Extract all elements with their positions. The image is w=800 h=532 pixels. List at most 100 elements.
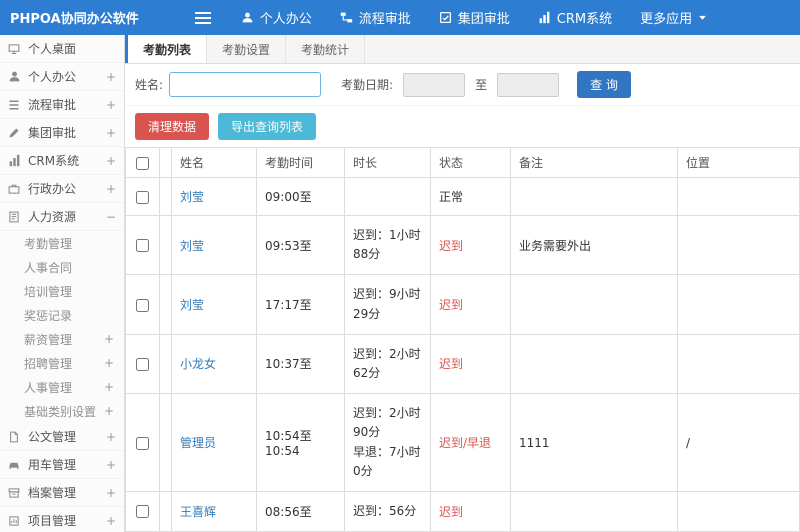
employee-name-link[interactable]: 刘莹 xyxy=(180,298,204,312)
menu-toggle-icon[interactable] xyxy=(194,11,211,25)
sidebar-subitem-attendance-management[interactable]: 考勤管理 xyxy=(0,231,124,255)
sidebar-subitem-recruitment-management[interactable]: 招聘管理 + xyxy=(0,351,124,375)
sidebar-item-archive-management[interactable]: 档案管理 + xyxy=(0,479,124,507)
expand-plus-icon: + xyxy=(105,457,116,472)
top-navbar: PHPOA协同办公软件 个人办公 流程审批 集团审批 CRM系统 更多应用 xyxy=(0,0,800,35)
duration-cell xyxy=(344,177,431,216)
attendance-time-cell: 08:56至 xyxy=(256,490,345,532)
user-icon xyxy=(8,70,23,83)
nav-item-crm-system[interactable]: CRM系统 xyxy=(524,0,626,35)
note-cell xyxy=(510,333,678,395)
clear-data-button[interactable]: 清理数据 xyxy=(135,113,210,140)
sidebar-subitem-training-management[interactable]: 培训管理 xyxy=(0,279,124,303)
row-checkbox[interactable] xyxy=(136,436,149,450)
project-icon xyxy=(8,515,23,527)
note-cell: 1111 xyxy=(510,393,678,492)
sidebar-subitem-label: 奖惩记录 xyxy=(24,308,73,323)
column-header: 备注 xyxy=(510,147,678,178)
expand-plus-icon: + xyxy=(103,404,114,418)
attendance-time-cell: 17:17至 xyxy=(256,274,345,335)
employee-name-link[interactable]: 小龙女 xyxy=(180,357,216,371)
note-cell xyxy=(510,177,678,216)
date-to-input[interactable] xyxy=(497,72,560,97)
tab-attendance-stats[interactable]: 考勤统计 xyxy=(286,35,366,63)
chart-icon xyxy=(8,154,23,167)
column-header: 考勤时间 xyxy=(256,147,345,178)
sidebar-item-admin-office[interactable]: 行政办公 + xyxy=(0,175,124,203)
export-list-button[interactable]: 导出查询列表 xyxy=(218,113,317,140)
sidebar-item-personal-office[interactable]: 个人办公 + xyxy=(0,63,124,91)
sidebar-item-workflow-approval[interactable]: 流程审批 + xyxy=(0,91,124,119)
spacer-header xyxy=(159,147,172,178)
main-content: 考勤列表 考勤设置 考勤统计 姓名: 考勤日期: 至 查 询 清理数据 导出查询列表… xyxy=(125,35,800,532)
nav-item-workflow-approval[interactable]: 流程审批 xyxy=(326,0,425,35)
expand-plus-icon: + xyxy=(103,332,114,346)
row-checkbox[interactable] xyxy=(136,505,149,519)
table-row: 刘莹 09:00至 正常 xyxy=(125,177,800,216)
car-icon xyxy=(8,459,23,471)
employee-name-link[interactable]: 刘莹 xyxy=(180,190,204,204)
sidebar-subitem-label: 考勤管理 xyxy=(24,236,73,251)
note-cell xyxy=(510,274,678,335)
approval-icon xyxy=(439,11,452,24)
nav-item-personal-office[interactable]: 个人办公 xyxy=(227,0,326,35)
table-row: 王喜辉 08:56至 迟到：56分 迟到 xyxy=(125,490,800,532)
nav-item-label: 更多应用 xyxy=(640,12,693,27)
sidebar-item-project-management[interactable]: 项目管理 + xyxy=(0,507,124,532)
sidebar-item-crm-system[interactable]: CRM系统 + xyxy=(0,147,124,175)
sidebar-item-human-resources[interactable]: 人力资源 − xyxy=(0,203,124,231)
table-header-row: 姓名 考勤时间 时长 状态 备注 位置 xyxy=(125,147,800,178)
status-cell: 迟到 xyxy=(430,214,511,276)
name-label: 姓名: xyxy=(135,78,164,92)
sidebar-item-vehicle-management[interactable]: 用车管理 + xyxy=(0,451,124,479)
desktop-icon xyxy=(8,43,23,55)
sidebar-subitem-rewards-records[interactable]: 奖惩记录 xyxy=(0,303,124,327)
attendance-table-container: 姓名 考勤时间 时长 状态 备注 位置 刘莹 09:00至 正常 刘莹 09:53至 迟到：1小时8… xyxy=(125,147,800,532)
tab-attendance-settings[interactable]: 考勤设置 xyxy=(207,35,287,63)
sidebar-subitem-personnel-contract[interactable]: 人事合同 xyxy=(0,255,124,279)
sidebar-item-label: 项目管理 xyxy=(28,514,77,528)
sidebar-subitem-label: 招聘管理 xyxy=(24,356,73,371)
row-checkbox[interactable] xyxy=(136,357,149,371)
tab-bar: 考勤列表 考勤设置 考勤统计 xyxy=(125,35,800,64)
select-all-header xyxy=(125,147,160,178)
nav-item-group-approval[interactable]: 集团审批 xyxy=(425,0,524,35)
duration-cell: 迟到：1小时88分 xyxy=(344,214,431,276)
tab-attendance-list[interactable]: 考勤列表 xyxy=(128,35,208,63)
nav-item-more-apps[interactable]: 更多应用 xyxy=(626,0,721,35)
expand-plus-icon: + xyxy=(103,380,114,394)
sidebar-subitem-base-category-settings[interactable]: 基础类别设置 + xyxy=(0,399,124,423)
spacer-cell xyxy=(159,274,172,335)
row-checkbox[interactable] xyxy=(136,239,149,253)
sidebar-subitem-label: 人事合同 xyxy=(24,260,73,275)
sidebar-item-document-management[interactable]: 公文管理 + xyxy=(0,423,124,451)
sidebar-item-personal-desktop[interactable]: 个人桌面 xyxy=(0,35,124,63)
employee-name-link[interactable]: 管理员 xyxy=(180,436,216,450)
select-all-checkbox[interactable] xyxy=(136,156,149,170)
name-input[interactable] xyxy=(169,72,322,97)
filter-bar: 姓名: 考勤日期: 至 查 询 xyxy=(125,64,800,106)
app-logo[interactable]: PHPOA协同办公软件 xyxy=(0,8,149,27)
sidebar-subitem-salary-management[interactable]: 薪资管理 + xyxy=(0,327,124,351)
sidebar-subitem-label: 薪资管理 xyxy=(24,332,73,347)
row-checkbox[interactable] xyxy=(136,298,149,312)
sidebar-item-group-approval[interactable]: 集团审批 + xyxy=(0,119,124,147)
table-row: 刘莹 09:53至 迟到：1小时88分 迟到 业务需要外出 xyxy=(125,214,800,276)
spacer-cell xyxy=(159,177,172,216)
column-header: 时长 xyxy=(344,147,431,178)
location-cell: / xyxy=(677,393,800,492)
status-cell: 正常 xyxy=(430,177,511,216)
attendance-time-cell: 10:54至10:54 xyxy=(256,393,345,492)
location-cell xyxy=(677,214,800,276)
sidebar-item-label: 档案管理 xyxy=(28,486,77,500)
hr-icon xyxy=(8,211,23,223)
date-from-input[interactable] xyxy=(403,72,466,97)
search-button[interactable]: 查 询 xyxy=(577,71,631,98)
row-checkbox[interactable] xyxy=(136,190,149,204)
duration-cell: 迟到：2小时90分 早退：7小时0分 xyxy=(344,393,431,492)
employee-name-link[interactable]: 王喜辉 xyxy=(180,505,216,519)
employee-name-link[interactable]: 刘莹 xyxy=(180,239,204,253)
sidebar-subitem-personnel-management[interactable]: 人事管理 + xyxy=(0,375,124,399)
note-cell xyxy=(510,490,678,532)
location-cell xyxy=(677,333,800,395)
